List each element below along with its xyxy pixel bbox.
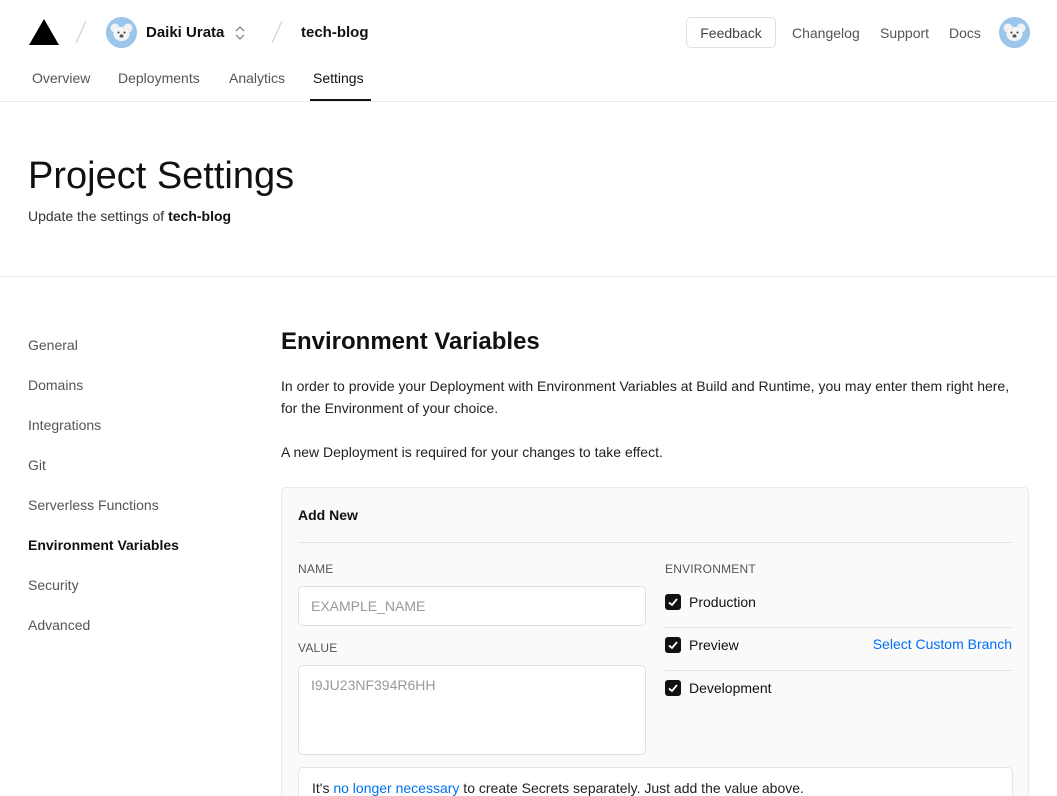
page-subtitle: Update the settings of tech-blog <box>28 208 231 224</box>
sidebar-item-domains[interactable]: Domains <box>28 377 83 393</box>
sidebar-item-git[interactable]: Git <box>28 457 46 473</box>
name-input[interactable] <box>298 586 646 626</box>
support-link[interactable]: Support <box>880 25 929 41</box>
env-row-production: Production <box>665 585 1012 628</box>
section-notice: A new Deployment is required for your ch… <box>281 444 663 460</box>
env-row-development: Development <box>665 671 1012 714</box>
checkmark-icon <box>668 684 678 693</box>
development-checkbox[interactable] <box>665 680 681 696</box>
add-env-var-card: Add New NAME VALUE ENVIRONMENT Productio… <box>281 487 1029 796</box>
checkmark-icon <box>668 641 678 650</box>
koala-icon <box>106 17 137 48</box>
sidebar-item-general[interactable]: General <box>28 337 78 353</box>
page-subtitle-prefix: Update the settings of <box>28 208 169 224</box>
production-checkbox[interactable] <box>665 594 681 610</box>
docs-link[interactable]: Docs <box>949 25 981 41</box>
environment-label: ENVIRONMENT <box>665 562 756 576</box>
vercel-logo-icon[interactable] <box>29 19 59 45</box>
preview-checkbox[interactable] <box>665 637 681 653</box>
development-label: Development <box>689 680 772 696</box>
value-label: VALUE <box>298 641 338 655</box>
section-title: Environment Variables <box>281 328 540 355</box>
top-navigation: Daiki Urata tech-blog Feedback Changelog… <box>0 0 1057 102</box>
sidebar-item-environment-variables[interactable]: Environment Variables <box>28 537 179 553</box>
secrets-note: It's no longer necessary to create Secre… <box>298 767 1013 796</box>
active-tab-indicator <box>310 99 371 101</box>
production-label: Production <box>689 594 756 610</box>
chevron-up-down-icon[interactable] <box>233 24 247 42</box>
page-subtitle-project: tech-blog <box>168 208 232 224</box>
note-prefix: It's <box>312 780 334 796</box>
select-custom-branch-link[interactable]: Select Custom Branch <box>873 636 1012 652</box>
tab-settings[interactable]: Settings <box>313 70 364 86</box>
preview-label: Preview <box>689 637 739 653</box>
tab-deployments[interactable]: Deployments <box>118 70 200 86</box>
koala-icon <box>999 17 1030 48</box>
page-title: Project Settings <box>28 155 295 197</box>
user-avatar[interactable] <box>999 17 1030 48</box>
section-description: In order to provide your Deployment with… <box>281 378 1010 416</box>
sidebar-item-security[interactable]: Security <box>28 577 79 593</box>
divider <box>0 276 1057 277</box>
card-title: Add New <box>298 507 358 523</box>
tab-overview[interactable]: Overview <box>32 70 90 86</box>
project-name[interactable]: tech-blog <box>301 24 369 41</box>
sidebar-item-advanced[interactable]: Advanced <box>28 617 90 633</box>
feedback-button[interactable]: Feedback <box>686 17 776 48</box>
tab-analytics[interactable]: Analytics <box>229 70 285 86</box>
env-row-preview: Preview Select Custom Branch <box>665 628 1012 671</box>
team-name[interactable]: Daiki Urata <box>146 24 224 41</box>
no-longer-necessary-link[interactable]: no longer necessary <box>333 780 459 796</box>
team-avatar[interactable] <box>106 17 137 48</box>
sidebar-item-integrations[interactable]: Integrations <box>28 417 101 433</box>
breadcrumb-separator-icon <box>271 20 283 44</box>
value-textarea[interactable] <box>298 665 646 755</box>
sidebar-item-serverless-functions[interactable]: Serverless Functions <box>28 497 159 513</box>
card-divider <box>298 542 1013 543</box>
checkmark-icon <box>668 598 678 607</box>
changelog-link[interactable]: Changelog <box>792 25 860 41</box>
note-suffix: to create Secrets separately. Just add t… <box>459 780 804 796</box>
breadcrumb-separator-icon <box>75 20 87 44</box>
name-label: NAME <box>298 562 334 576</box>
secrets-note-text: It's no longer necessary to create Secre… <box>312 780 804 796</box>
